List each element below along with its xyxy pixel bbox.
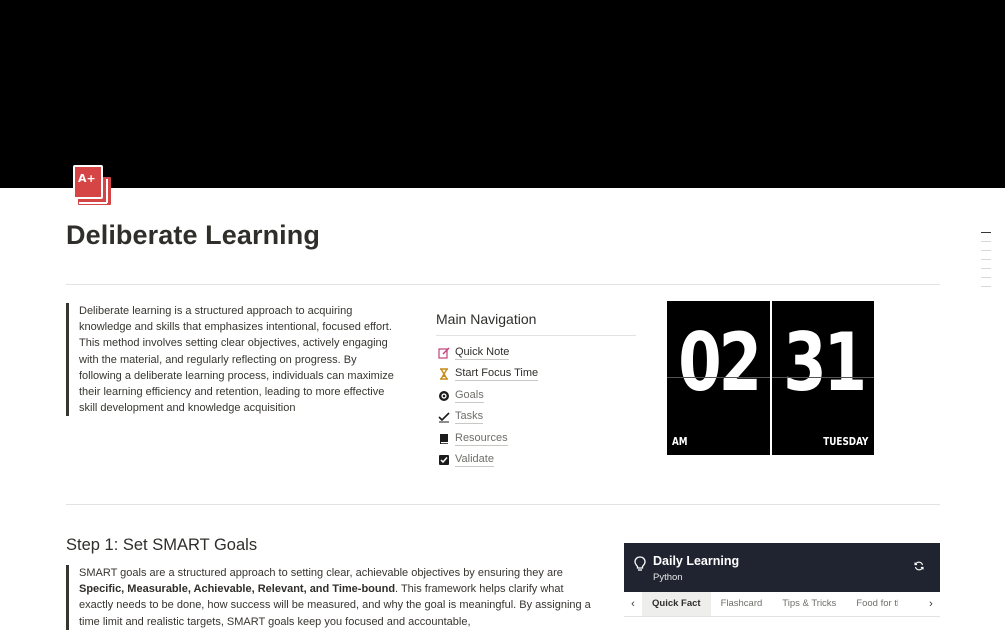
widget-header: Daily Learning Python <box>624 543 940 592</box>
chevron-right-icon[interactable]: › <box>922 598 940 610</box>
divider <box>66 504 940 505</box>
nav-item-validate[interactable]: Validate <box>436 450 636 472</box>
a-plus-book-icon[interactable]: A+ <box>73 165 113 207</box>
clock-weekday: TUESDAY <box>822 435 868 448</box>
widget-tabs: ‹ Quick Fact Flashcard Tips & Tricks Foo… <box>624 592 940 617</box>
step1-heading: Step 1: Set SMART Goals <box>66 536 258 554</box>
flip-seam <box>771 377 874 378</box>
book-icon <box>438 433 450 445</box>
svg-text:A+: A+ <box>78 172 96 185</box>
nav-item-start-focus-time[interactable]: Start Focus Time <box>436 364 636 386</box>
toc-tick[interactable] <box>981 241 991 242</box>
daily-learning-widget: Daily Learning Python ‹ Quick Fact Flash… <box>624 543 940 628</box>
clock-hours-panel: 02 AM <box>667 301 770 455</box>
nav-item-goals[interactable]: Goals <box>436 385 636 407</box>
page-title: Deliberate Learning <box>66 220 320 250</box>
flip-seam <box>667 377 770 378</box>
clock-hours: 02 <box>678 316 762 409</box>
clock-period: AM <box>672 435 688 448</box>
divider <box>66 284 940 285</box>
nav-item-label: Start Focus Time <box>455 367 539 382</box>
cover-image <box>0 0 1005 188</box>
clock-minutes-panel: 31 TUESDAY <box>771 301 874 455</box>
table-of-contents-minimap[interactable] <box>981 232 991 295</box>
main-navigation: Main Navigation Quick Note Start Focus T… <box>436 311 636 471</box>
clock-minutes: 31 <box>782 316 867 409</box>
checkbox-icon <box>438 454 450 466</box>
step1-text-bold: Specific, Measurable, Achievable, Releva… <box>79 583 396 596</box>
nav-item-label: Tasks <box>455 410 484 425</box>
nav-item-label: Resources <box>455 431 508 446</box>
refresh-icon[interactable] <box>914 561 924 574</box>
intro-quote: Deliberate learning is a structured appr… <box>66 303 399 417</box>
navigation-heading: Main Navigation <box>436 311 636 336</box>
tab-flashcard[interactable]: Flashcard <box>711 592 773 616</box>
toc-tick[interactable] <box>981 232 991 233</box>
step1-text-start: SMART goals are a structured approach to… <box>79 567 563 579</box>
nav-item-label: Validate <box>455 453 494 468</box>
nav-item-label: Goals <box>455 388 484 403</box>
tab-tips-and-tricks[interactable]: Tips & Tricks <box>772 592 846 616</box>
tab-quick-fact[interactable]: Quick Fact <box>642 592 711 616</box>
target-icon <box>438 390 450 402</box>
toc-tick[interactable] <box>981 250 991 251</box>
widget-title: Daily Learning <box>653 554 740 568</box>
toc-tick[interactable] <box>981 277 991 278</box>
hourglass-icon <box>438 368 450 380</box>
widget-subtitle: Python <box>653 572 683 583</box>
toc-tick[interactable] <box>981 286 991 287</box>
checkmark-icon <box>438 411 450 423</box>
pencil-square-icon <box>438 347 450 359</box>
nav-item-label: Quick Note <box>455 345 510 360</box>
tab-food-for-thought[interactable]: Food for thought <box>846 592 898 616</box>
nav-item-quick-note[interactable]: Quick Note <box>436 342 636 364</box>
step1-quote: SMART goals are a structured approach to… <box>66 565 594 630</box>
toc-tick[interactable] <box>981 268 991 269</box>
toc-tick[interactable] <box>981 259 991 260</box>
lightbulb-icon <box>634 556 646 577</box>
nav-item-tasks[interactable]: Tasks <box>436 407 636 429</box>
nav-item-resources[interactable]: Resources <box>436 428 636 450</box>
chevron-left-icon[interactable]: ‹ <box>624 598 642 610</box>
flip-clock-widget: 02 AM 31 TUESDAY <box>667 301 874 455</box>
